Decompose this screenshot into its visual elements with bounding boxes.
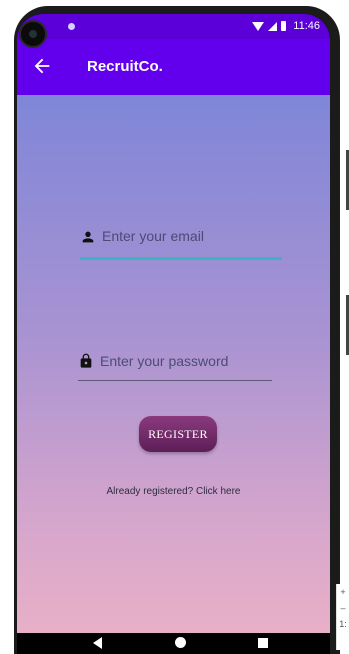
emulator-zoom-widget: + – 1: (336, 584, 349, 650)
person-icon (82, 231, 94, 243)
password-underline (78, 380, 272, 381)
nav-back-icon[interactable] (93, 637, 102, 649)
notification-dot (68, 23, 75, 30)
nav-recents-icon[interactable] (258, 638, 268, 648)
password-input[interactable] (100, 353, 300, 369)
register-button[interactable]: REGISTER (139, 416, 217, 452)
status-icons: 11:46 (252, 20, 320, 32)
nav-home-icon[interactable] (175, 637, 186, 648)
register-screen: REGISTER Already registered? Click here (17, 95, 330, 633)
navigation-bar (17, 633, 330, 654)
status-bar: 11:46 (17, 14, 330, 39)
wifi-icon (252, 21, 265, 31)
email-field-container (80, 228, 302, 261)
app-title: RecruitCo. (87, 58, 163, 75)
login-link[interactable]: Already registered? Click here (17, 486, 330, 497)
front-camera (19, 20, 47, 48)
password-field-container (78, 353, 300, 386)
signal-icon (268, 21, 278, 31)
app-bar: RecruitCo. (17, 39, 330, 95)
battery-icon (281, 21, 287, 31)
phone-screen: 11:46 RecruitCo. REGISTER Already regist… (17, 14, 330, 654)
email-input[interactable] (102, 228, 302, 244)
zoom-ratio-label: 1: (339, 619, 347, 629)
zoom-out-button[interactable]: – (337, 600, 349, 616)
zoom-in-button[interactable]: + (337, 584, 349, 600)
arrow-left-icon[interactable] (31, 55, 53, 77)
status-time: 11:46 (293, 20, 320, 32)
lock-icon (80, 353, 92, 368)
email-underline (80, 257, 282, 260)
